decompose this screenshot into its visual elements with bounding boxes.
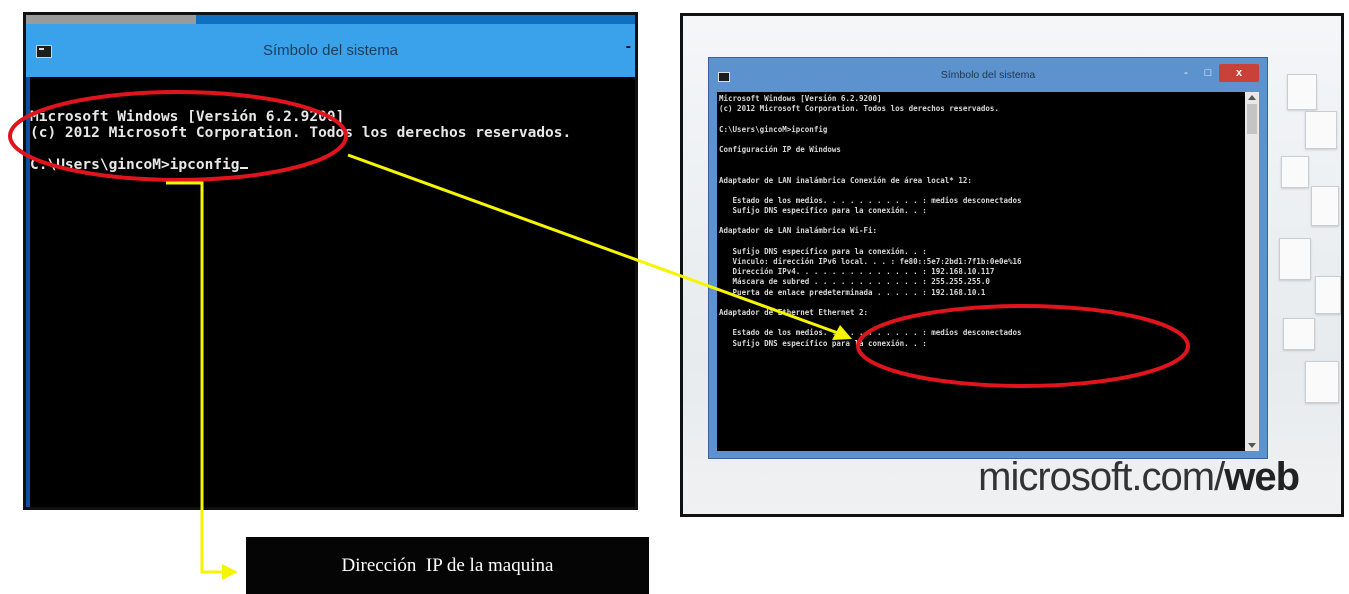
right-ipconfig-screenshot: Símbolo del sistema - □ x Microsoft Window… [680, 13, 1344, 517]
microsoft-web-brand: microsoft.com/web [978, 455, 1300, 500]
app-tile [1287, 74, 1317, 110]
console-line: (c) 2012 Microsoft Corporation. Todos lo… [719, 104, 999, 114]
console-line: Estado de los medios. . . . . . . . . . … [719, 328, 1022, 338]
app-tile [1315, 276, 1341, 314]
app-tile [1283, 318, 1315, 350]
console-line: (c) 2012 Microsoft Corporation. Todos lo… [30, 125, 572, 141]
app-tile [1305, 111, 1337, 149]
app-tile [1281, 156, 1309, 188]
taskbar-strip [26, 15, 635, 24]
console-line: Puerta de enlace predeterminada . . . . … [719, 287, 986, 297]
console-line: Adaptador de LAN inalámbrica Conexión de… [719, 175, 972, 185]
console-line: Configuración IP de Windows [719, 144, 841, 154]
command-prompt-window: Símbolo del sistema - □ x Microsoft Window… [708, 57, 1268, 459]
brand-suffix: web [1224, 455, 1300, 499]
console-output[interactable]: Microsoft Windows [Versión 6.2.9200] (c) … [30, 77, 635, 507]
console-line: Microsoft Windows [Versión 6.2.9200] [30, 109, 345, 125]
scroll-down-icon[interactable] [1248, 443, 1256, 448]
console-line: Dirección IPv4. . . . . . . . . . . . . … [719, 267, 995, 277]
console-line: Adaptador de Ethernet Ethernet 2: [719, 307, 869, 317]
console-line: Microsoft Windows [Versión 6.2.9200] [719, 94, 882, 103]
console-line: Adaptador de LAN inalámbrica Wi-Fi: [719, 226, 878, 236]
minimize-button[interactable]: - [626, 38, 631, 56]
console-line: Sufijo DNS específico para la conexión. … [719, 246, 927, 256]
command-line: C:\Users\gincoM>ipconfig [30, 157, 635, 173]
window-titlebar[interactable]: Símbolo del sistema - [26, 24, 635, 77]
console-line: Estado de los medios. . . . . . . . . . … [719, 195, 1022, 205]
brand-prefix: microsoft.com/ [978, 455, 1225, 499]
connector-arrowhead-icon [222, 564, 238, 580]
app-tile [1279, 238, 1311, 280]
window-title: Símbolo del sistema [262, 42, 399, 59]
text-cursor [239, 167, 248, 169]
app-tile [1305, 361, 1339, 403]
scroll-thumb[interactable] [1247, 104, 1257, 134]
console-line: C:\Users\gincoM>ipconfig [719, 124, 828, 134]
vertical-scrollbar[interactable] [1245, 92, 1259, 451]
console-line: Vínculo: dirección IPv6 local. . . : fe8… [719, 257, 1022, 266]
left-command-prompt-screenshot: Símbolo del sistema - Microsoft Windows … [23, 12, 638, 510]
console-line: Sufijo DNS específico para la conexión. … [719, 206, 927, 216]
minimize-button[interactable]: - [1175, 64, 1197, 82]
close-button[interactable]: x [1219, 64, 1259, 82]
command-text: C:\Users\gincoM>ipconfig [30, 157, 240, 173]
window-controls: - □ x [1175, 64, 1259, 84]
console-line: Máscara de subred . . . . . . . . . . . … [719, 277, 990, 287]
ip-address-label: Dirección IP de la maquina [246, 537, 649, 594]
console-output[interactable]: Microsoft Windows [Versión 6.2.9200] (c) … [717, 92, 1245, 451]
app-tile [1311, 186, 1339, 226]
scroll-up-icon[interactable] [1248, 95, 1256, 100]
maximize-button[interactable]: □ [1197, 64, 1219, 82]
console-line: Sufijo DNS específico para la conexión. … [719, 338, 927, 348]
